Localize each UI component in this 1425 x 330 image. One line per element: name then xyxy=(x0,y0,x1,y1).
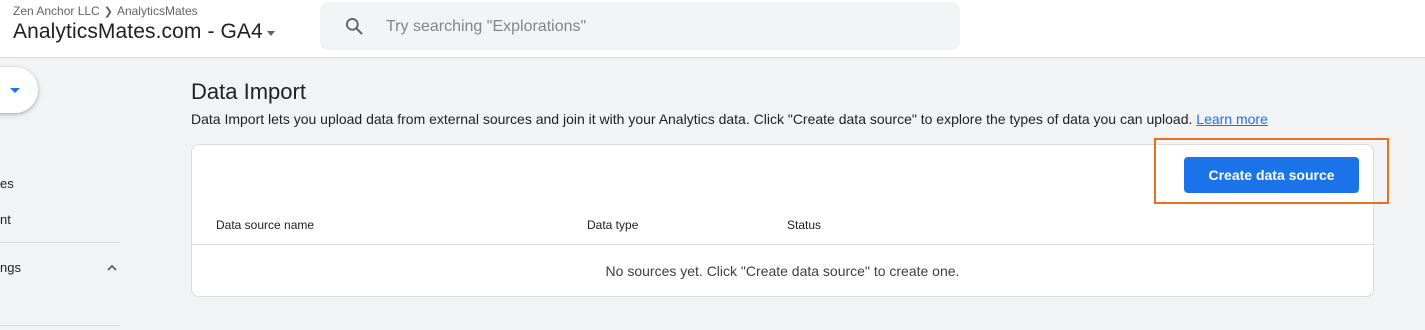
dropdown-arrow-icon xyxy=(266,31,275,36)
chevron-right-icon: ❯ xyxy=(103,5,113,18)
sidebar-item-label[interactable]: nt xyxy=(0,212,11,227)
search-bar[interactable] xyxy=(320,2,960,50)
breadcrumb-account[interactable]: Zen Anchor LLC xyxy=(13,4,100,18)
dropdown-arrow-icon xyxy=(10,88,20,93)
page-description: Data Import lets you upload data from ex… xyxy=(191,111,1268,127)
sidebar-item-label[interactable]: es xyxy=(0,176,14,191)
column-header-status[interactable]: Status xyxy=(787,218,821,232)
sidebar-item-label[interactable]: ngs xyxy=(0,260,21,275)
nav-menu-button[interactable] xyxy=(0,67,38,113)
column-header-name[interactable]: Data source name xyxy=(216,218,314,232)
table-divider xyxy=(192,244,1373,245)
column-header-type[interactable]: Data type xyxy=(587,218,638,232)
property-selector[interactable]: AnalyticsMates.com - GA4 xyxy=(13,20,275,44)
empty-state-message: No sources yet. Click "Create data sourc… xyxy=(605,263,960,279)
search-icon xyxy=(346,18,363,35)
sidebar-divider xyxy=(0,242,120,243)
breadcrumb-property[interactable]: AnalyticsMates xyxy=(117,4,198,18)
property-name: AnalyticsMates.com - GA4 xyxy=(13,20,263,43)
top-app-bar: Zen Anchor LLC ❯ AnalyticsMates Analytic… xyxy=(0,0,1425,58)
breadcrumb: Zen Anchor LLC ❯ AnalyticsMates xyxy=(13,4,198,18)
page-title: Data Import xyxy=(191,79,306,104)
description-text: Data Import lets you upload data from ex… xyxy=(191,111,1193,127)
learn-more-link[interactable]: Learn more xyxy=(1196,111,1268,127)
highlight-box xyxy=(1154,138,1389,204)
sidebar-divider xyxy=(0,325,120,326)
search-input[interactable] xyxy=(384,14,948,40)
chevron-up-icon[interactable] xyxy=(106,262,118,274)
